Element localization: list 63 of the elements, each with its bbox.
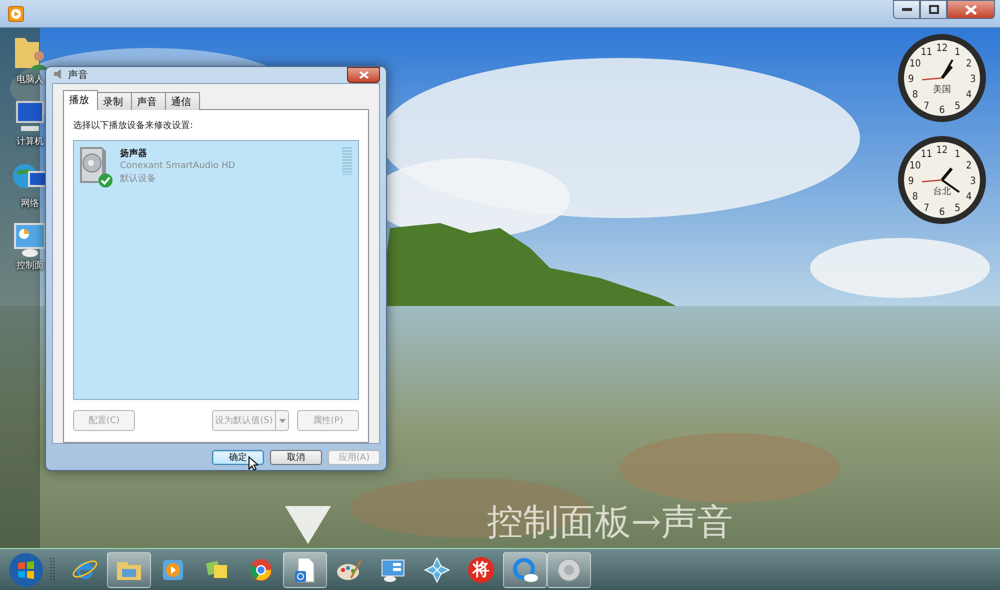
- taskbar-button[interactable]: [283, 552, 327, 588]
- clock-numeral: 3: [970, 74, 976, 85]
- clock-numeral: 8: [912, 192, 918, 202]
- clock-numeral: 9: [908, 74, 914, 85]
- clock-numeral: 7: [924, 202, 930, 214]
- dialog-button[interactable]: 取消: [270, 450, 322, 465]
- close-button[interactable]: [347, 67, 380, 83]
- taskbar-button[interactable]: [547, 552, 591, 588]
- clock-numeral: 1: [954, 149, 960, 160]
- driver-name: Conexant SmartAudio HD: [120, 161, 236, 171]
- clock-numeral: 10: [909, 58, 921, 70]
- device-list[interactable]: 扬声器 Conexant SmartAudio HD 默认设备: [73, 140, 359, 400]
- device-status: 默认设备: [120, 172, 157, 185]
- tab[interactable]: 声音: [131, 92, 166, 110]
- tab[interactable]: 播放: [63, 90, 98, 110]
- clock-numeral: 2: [966, 160, 972, 172]
- play-icon: [8, 6, 24, 22]
- minimize-button[interactable]: [893, 0, 920, 19]
- tab[interactable]: 通信: [165, 92, 200, 110]
- clock-numeral: 3: [970, 176, 976, 187]
- clock-numeral: 4: [966, 192, 972, 202]
- city-label: 台北: [933, 187, 951, 197]
- clock-numeral: 9: [908, 176, 914, 187]
- clock-numeral: 11: [920, 47, 932, 58]
- caret-icon: [278, 418, 286, 422]
- dialog-button[interactable]: 确定: [212, 450, 264, 465]
- icon-label: 控制面: [16, 260, 44, 272]
- dialog-title: 声音: [68, 68, 88, 82]
- icon-label: 计算机: [16, 136, 44, 148]
- cursor-icon: [248, 456, 258, 471]
- close-icon: [358, 71, 368, 79]
- clock-numeral: 5: [954, 202, 960, 214]
- maximize-icon: [928, 5, 938, 14]
- dropdown-button[interactable]: [276, 410, 289, 431]
- minimize-icon: [902, 8, 912, 12]
- close-button[interactable]: [947, 0, 995, 19]
- clock-numeral: 6: [939, 105, 945, 116]
- taskbar-button[interactable]: [503, 552, 547, 588]
- badge-icon: 将: [468, 556, 494, 582]
- clock-numeral: 8: [912, 90, 918, 100]
- icon-label: 电脑人: [16, 74, 44, 86]
- clock-numeral: 1: [954, 47, 960, 58]
- icon-label: 网络: [21, 198, 39, 210]
- clock-numeral: 12: [936, 43, 948, 54]
- taskbar-button[interactable]: [107, 552, 151, 588]
- clock-numeral: 7: [924, 100, 930, 112]
- taskbar-button[interactable]: 将: [459, 552, 503, 588]
- clock-numeral: 11: [920, 149, 932, 160]
- clock-numeral: 2: [966, 58, 972, 70]
- close-icon: [965, 4, 977, 14]
- start-button[interactable]: [8, 552, 44, 588]
- device-name: 扬声器: [120, 147, 148, 160]
- caption-text: 控制面板→声音: [487, 501, 734, 545]
- down-arrow-icon: [285, 506, 331, 544]
- city-label: 美国: [933, 85, 951, 95]
- clock-numeral: 12: [936, 145, 948, 156]
- clock-numeral: 5: [954, 100, 960, 112]
- maximize-button[interactable]: [920, 0, 947, 19]
- tab[interactable]: 录制: [97, 92, 132, 110]
- instruction-text: 选择以下播放设备来修改设置:: [73, 120, 194, 132]
- clock-numeral: 10: [909, 160, 921, 172]
- clock-numeral: 4: [966, 90, 972, 100]
- clock-numeral: 6: [939, 207, 945, 218]
